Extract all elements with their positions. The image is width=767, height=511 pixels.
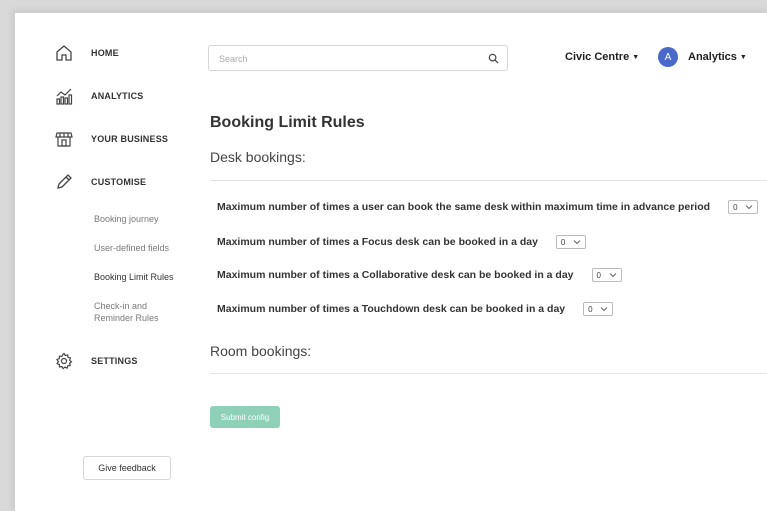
sidebar-item-label: CUSTOMISE xyxy=(91,177,147,187)
rule-label: Maximum number of times a Focus desk can… xyxy=(217,236,538,248)
caret-down-icon: ▼ xyxy=(632,54,640,61)
rule-select-value: 0 xyxy=(733,202,738,212)
rule-select[interactable]: 0 xyxy=(555,235,586,249)
home-icon xyxy=(56,45,72,61)
caret-down-icon: ▼ xyxy=(739,54,747,61)
avatar[interactable]: A xyxy=(658,47,678,67)
rule-select[interactable]: 0 xyxy=(583,302,614,316)
search-icon[interactable] xyxy=(488,53,499,64)
rule-select-value: 0 xyxy=(560,237,566,247)
submit-config-button[interactable]: Submit config xyxy=(210,406,280,428)
rule-row: Maximum number of times a Collaborative … xyxy=(217,268,622,282)
sub-item-booking-journey[interactable]: Booking journey xyxy=(94,213,159,225)
rule-select[interactable]: 0 xyxy=(591,268,622,282)
divider xyxy=(210,180,767,181)
rule-select[interactable]: 0 xyxy=(728,200,759,214)
user-menu-dropdown[interactable]: Analytics ▼ xyxy=(688,51,747,63)
rule-label: Maximum number of times a Collaborative … xyxy=(217,269,574,281)
venue-dropdown[interactable]: Civic Centre ▼ xyxy=(565,51,639,63)
rule-label: Maximum number of times a user can book … xyxy=(217,201,711,213)
sidebar-item-label: SETTINGS xyxy=(91,356,138,366)
sidebar-item-label: ANALYTICS xyxy=(91,91,144,101)
desk-bookings-heading: Desk bookings: xyxy=(210,149,306,165)
sidebar-item-label: HOME xyxy=(91,48,119,58)
rule-select-value: 0 xyxy=(596,270,601,280)
store-icon xyxy=(55,132,73,147)
sub-item-booking-limit-rules[interactable]: Booking Limit Rules xyxy=(94,271,174,283)
chevron-down-icon xyxy=(573,240,581,245)
search-box[interactable] xyxy=(208,45,508,71)
divider xyxy=(210,373,767,374)
gear-icon xyxy=(56,352,73,370)
rule-row: Maximum number of times a Focus desk can… xyxy=(217,235,586,249)
chevron-down-icon xyxy=(609,273,616,278)
chevron-down-icon xyxy=(745,205,753,210)
sidebar-item-label: YOUR BUSINESS xyxy=(91,134,169,144)
sub-item-check-in-reminder-rules[interactable]: Check-in and Reminder Rules xyxy=(94,300,174,324)
sub-item-user-defined-fields[interactable]: User-defined fields xyxy=(94,242,169,254)
rule-label: Maximum number of times a Touchdown desk… xyxy=(217,303,566,315)
app-window: HOME ANALYTICS YOUR BUSINESS CUSTOMISE B… xyxy=(14,12,767,511)
sidebar: HOME ANALYTICS YOUR BUSINESS CUSTOMISE B… xyxy=(15,13,195,511)
page-title: Booking Limit Rules xyxy=(210,114,365,131)
room-bookings-heading: Room bookings: xyxy=(210,343,312,359)
venue-label: Civic Centre xyxy=(565,51,630,63)
user-menu-label: Analytics xyxy=(688,51,737,63)
rule-row: Maximum number of times a user can book … xyxy=(217,200,759,214)
chevron-down-icon xyxy=(600,307,608,312)
pencil-icon xyxy=(57,174,72,189)
rule-row: Maximum number of times a Touchdown desk… xyxy=(217,302,614,316)
analytics-icon xyxy=(56,88,73,105)
search-input[interactable] xyxy=(217,51,471,67)
give-feedback-button[interactable]: Give feedback xyxy=(83,456,171,480)
rule-select-value: 0 xyxy=(588,304,593,314)
